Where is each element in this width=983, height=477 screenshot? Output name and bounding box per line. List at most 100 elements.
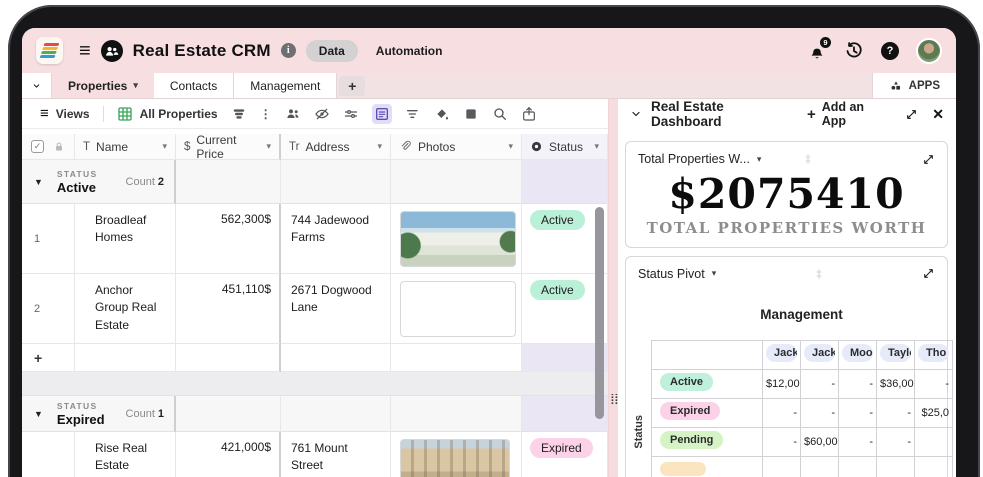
drag-handle-icon[interactable]: ⣿⣿ (610, 394, 618, 428)
view-name[interactable]: All Properties (140, 107, 218, 121)
sheet-tab-strip: Properties ▾ Contacts Management + APPS (22, 73, 956, 99)
chevron-down-icon[interactable]: ▾ (377, 141, 382, 152)
column-header-photos[interactable]: Photos ▾ (391, 134, 522, 160)
add-row-plus-icon[interactable]: + (22, 344, 75, 372)
cell-name[interactable]: Broadleaf Homes (75, 204, 176, 274)
cell-photos[interactable] (391, 432, 522, 477)
select-type-icon (530, 140, 543, 153)
stack-icon[interactable] (231, 106, 247, 122)
data-tab-button[interactable]: Data (306, 40, 358, 62)
status-badge: Active (530, 280, 585, 300)
share-icon[interactable] (521, 106, 537, 122)
collapse-group-icon[interactable]: ▼ (34, 409, 43, 419)
cell-photos[interactable] (391, 274, 522, 344)
chevron-down-icon[interactable]: ▾ (508, 141, 513, 152)
checkbox-icon[interactable]: ✓ (31, 140, 44, 153)
cell-name[interactable]: Anchor Group Real Estate (75, 274, 176, 344)
tab-management[interactable]: Management (234, 73, 337, 98)
apps-button[interactable]: APPS (872, 73, 956, 98)
add-row[interactable]: + (22, 344, 608, 372)
views-menu-icon[interactable]: ≡ (40, 106, 49, 121)
automation-tab-button[interactable]: Automation (376, 44, 443, 58)
history-icon[interactable] (844, 41, 864, 61)
cell-status[interactable]: Expired (522, 432, 608, 477)
hide-fields-icon[interactable] (314, 106, 330, 122)
cell-address[interactable]: 761 Mount Street (281, 432, 391, 477)
widget-settings-icon[interactable] (801, 152, 815, 166)
column-header-current-price[interactable]: $ Current Price ▾ (176, 134, 281, 160)
grid-view-icon[interactable] (117, 106, 133, 122)
cell-price[interactable]: 451,110$ (176, 274, 281, 344)
pivot-row-expired: Expired - - - - $25,0 (652, 398, 953, 427)
logo-bars-icon (40, 43, 60, 58)
pivot-row-partial (652, 456, 953, 477)
property-photo[interactable] (400, 439, 510, 477)
property-photo[interactable] (400, 281, 516, 337)
add-an-app-button[interactable]: + Add an App (807, 100, 891, 128)
app-screen: ≡ Real Estate CRM i Data Automation 9 ? (22, 28, 956, 477)
color-swatch-icon[interactable] (463, 106, 479, 122)
group-header-active: ▼ STATUS Active Count2 (22, 160, 608, 204)
table-scrollbar[interactable] (595, 207, 604, 419)
status-badge: Active (660, 373, 713, 391)
help-icon[interactable]: ? (881, 42, 899, 60)
property-photo[interactable] (400, 211, 516, 267)
hamburger-menu-icon[interactable]: ≡ (79, 41, 91, 61)
column-header-name[interactable]: T Name ▾ (75, 134, 176, 160)
select-all-cell[interactable]: ✓ (22, 134, 75, 160)
workspace-members-icon[interactable] (101, 40, 123, 62)
widget-name-dropdown[interactable]: Total Properties W... ▾ (638, 152, 761, 166)
pivot-column-group-label: Management (651, 307, 952, 322)
widget-name-dropdown[interactable]: Status Pivot ▾ (638, 267, 716, 281)
cell-price[interactable]: 421,000$ (176, 432, 281, 477)
chevron-down-icon: ▾ (712, 268, 717, 279)
page-title: Real Estate CRM (133, 41, 271, 61)
row-height-icon[interactable] (372, 104, 392, 124)
row-number[interactable]: 2 (22, 274, 75, 344)
chevron-down-icon[interactable] (630, 108, 642, 120)
column-header-address[interactable]: Tr Address ▾ (281, 134, 391, 160)
cell-price[interactable]: 562,300$ (176, 204, 281, 274)
kebab-menu-icon[interactable]: ⋮ (260, 107, 272, 121)
status-badge: Pending (660, 431, 723, 449)
pivot-col-header: Moo (842, 344, 873, 362)
widget-expand-icon[interactable] (922, 153, 935, 166)
views-label[interactable]: Views (56, 107, 90, 121)
row-number[interactable]: 3 (22, 432, 75, 477)
notifications-bell-icon[interactable]: 9 (807, 41, 827, 61)
filter-icon[interactable] (343, 106, 359, 122)
cell-address[interactable]: 2671 Dogwood Lane (281, 274, 391, 344)
cell-name[interactable]: Rise Real Estate (75, 432, 176, 477)
user-avatar[interactable] (916, 38, 942, 64)
collaborators-icon[interactable] (285, 106, 301, 122)
paperclip-icon (399, 140, 412, 153)
search-icon[interactable] (492, 106, 508, 122)
group-field-label: STATUS (57, 401, 105, 411)
tab-properties[interactable]: Properties ▾ (52, 73, 154, 98)
column-header-status[interactable]: Status ▾ (522, 134, 608, 160)
widget-expand-icon[interactable] (922, 267, 935, 280)
status-badge: Expired (660, 402, 720, 420)
info-icon[interactable]: i (281, 43, 296, 58)
grid-pane: ≡ Views All Properties ⋮ (22, 99, 608, 477)
tab-list-chevron[interactable] (22, 73, 52, 98)
plus-icon: + (807, 106, 816, 123)
widget-settings-icon[interactable] (812, 267, 826, 281)
tab-contacts[interactable]: Contacts (154, 73, 234, 98)
view-toolbar: ≡ Views All Properties ⋮ (22, 99, 608, 129)
stackby-logo[interactable] (36, 37, 63, 64)
chevron-down-icon[interactable]: ▾ (162, 141, 167, 152)
pane-divider[interactable]: ⣿⣿ (608, 99, 618, 477)
close-icon[interactable]: ✕ (932, 106, 944, 123)
add-table-button[interactable]: + (339, 76, 365, 96)
chevron-down-icon[interactable]: ▾ (266, 141, 271, 152)
fill-color-icon[interactable] (434, 106, 450, 122)
sort-icon[interactable] (405, 106, 421, 122)
cell-address[interactable]: 744 Jadewood Farms (281, 204, 391, 274)
row-number[interactable]: 1 (22, 204, 75, 274)
group-count: Count2 (126, 176, 164, 188)
chevron-down-icon[interactable]: ▾ (594, 141, 599, 152)
collapse-group-icon[interactable]: ▼ (34, 177, 43, 187)
cell-photos[interactable] (391, 204, 522, 274)
expand-panel-icon[interactable] (905, 108, 918, 121)
